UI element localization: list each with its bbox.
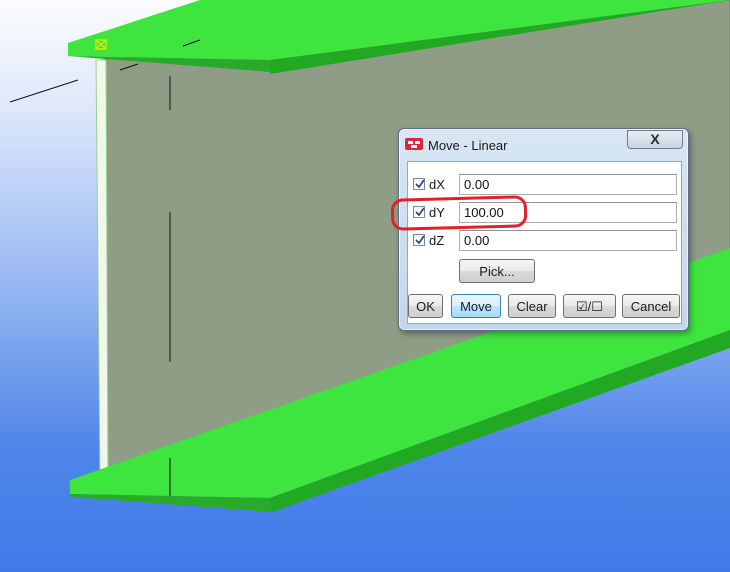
close-icon: X <box>650 131 660 147</box>
dx-field[interactable]: 0.00 <box>459 174 677 195</box>
move-button[interactable]: Move <box>451 294 501 318</box>
dialog-body: dX 0.00 dY 100.00 dZ 0.00 Pick... OK Mov… <box>407 161 682 324</box>
move-linear-dialog[interactable]: Move - Linear X dX 0.00 dY 100.00 dZ 0.0… <box>398 128 689 331</box>
web-front-edge <box>95 59 109 483</box>
dz-row: dZ 0.00 <box>413 230 678 252</box>
dx-checkbox[interactable] <box>413 178 425 190</box>
checkmark-icon <box>415 179 425 189</box>
dx-label: dX <box>429 177 445 192</box>
clear-button[interactable]: Clear <box>508 294 556 318</box>
cancel-button[interactable]: Cancel <box>622 294 680 318</box>
dz-checkbox[interactable] <box>413 234 425 246</box>
close-button[interactable]: X <box>627 130 683 149</box>
dz-label: dZ <box>429 233 445 248</box>
axis-line <box>9 79 79 103</box>
checkmark-icon <box>415 235 425 245</box>
toggle-all-checkboxes-button[interactable]: ☑/☐ <box>563 294 616 318</box>
dz-field[interactable]: 0.00 <box>459 230 677 251</box>
dialog-title: Move - Linear <box>428 138 508 153</box>
app-icon <box>405 136 423 152</box>
pick-button[interactable]: Pick... <box>459 259 535 283</box>
dx-row: dX 0.00 <box>413 174 678 196</box>
dy-highlight-annotation <box>390 195 528 231</box>
title-bar[interactable]: Move - Linear X <box>399 129 688 159</box>
ok-button[interactable]: OK <box>408 294 443 318</box>
